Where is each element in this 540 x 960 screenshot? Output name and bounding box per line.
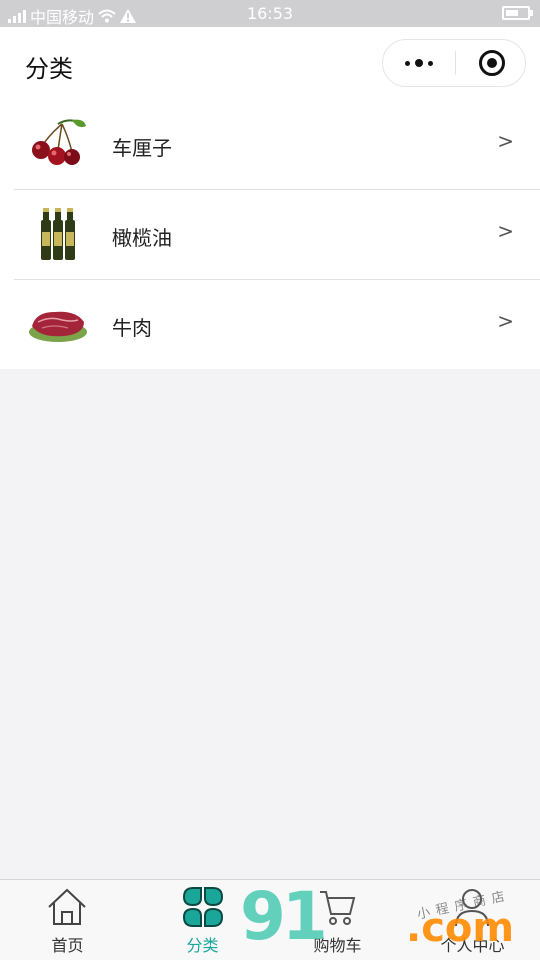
battery-icon (502, 6, 533, 20)
tab-category[interactable]: 分类 (135, 880, 270, 960)
home-icon (48, 888, 86, 925)
chevron-right-icon: > (497, 309, 514, 333)
status-bar: 中国移动 16:53 (0, 0, 540, 27)
nav-bar: 分类 (0, 27, 540, 99)
tab-label: 个人中心 (440, 936, 505, 955)
target-icon[interactable] (479, 50, 505, 76)
category-label: 车厘子 (112, 136, 172, 160)
tab-profile[interactable]: 个人中心 (405, 880, 540, 960)
category-label: 牛肉 (112, 316, 152, 340)
chevron-right-icon: > (497, 129, 514, 153)
category-label: 橄榄油 (112, 226, 172, 250)
category-icon (182, 887, 224, 927)
category-list: 车厘子 > 橄榄油 > 牛肉 > (0, 99, 540, 369)
beef-thumbnail (29, 311, 87, 342)
cart-icon (320, 891, 356, 925)
tab-label: 购物车 (313, 936, 362, 955)
category-item-cherries[interactable]: 车厘子 > (0, 99, 540, 189)
olive-oil-bottles-thumbnail (41, 208, 75, 260)
tab-cart[interactable]: 购物车 (270, 880, 405, 960)
tab-label: 分类 (186, 936, 219, 955)
status-time: 16:53 (246, 4, 294, 23)
cherries-thumbnail (32, 119, 86, 165)
more-dots-icon[interactable] (383, 40, 455, 86)
tab-label: 首页 (51, 936, 84, 955)
capsule-divider (455, 51, 456, 75)
category-item-beef[interactable]: 牛肉 > (0, 279, 540, 369)
page-title: 分类 (25, 55, 73, 83)
mini-program-capsule (382, 39, 526, 87)
tab-bar: 首页 分类 购物车 个人中心 (0, 879, 540, 960)
user-icon (455, 889, 489, 927)
category-item-olive-oil[interactable]: 橄榄油 > (0, 189, 540, 279)
chevron-right-icon: > (497, 219, 514, 243)
tab-home[interactable]: 首页 (0, 880, 135, 960)
